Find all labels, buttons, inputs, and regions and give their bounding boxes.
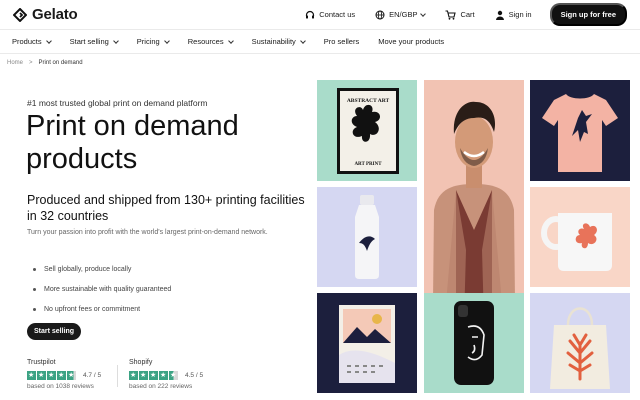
star-icon (37, 371, 46, 380)
tote-bag-image (550, 307, 610, 389)
nav-label: Move your products (378, 37, 445, 46)
review-source: Shopify (129, 359, 153, 366)
chevron-down-icon (45, 37, 52, 44)
review-score: 4.7 / 5 (83, 372, 102, 379)
nav-sustainability[interactable]: Sustainability (251, 37, 306, 46)
bullet-icon (33, 287, 36, 291)
sign-in-link[interactable]: Sign in (495, 10, 532, 20)
breadcrumb-separator: > (29, 60, 33, 66)
poster-caption-text: ART PRINT (354, 162, 382, 167)
review-shopify[interactable]: Shopify 4.5 / 5 based on 222 reviews (129, 359, 203, 390)
main-nav: Products Start selling Pricing Resources… (0, 29, 640, 54)
page-title: Print on demand products (26, 110, 239, 175)
gelato-logo-icon (13, 7, 27, 22)
star-icon (169, 371, 178, 380)
feature-list: Sell globally, produce locally More sust… (33, 259, 171, 319)
chevron-down-icon (163, 37, 170, 44)
hero-description: Turn your passion into profit with the w… (27, 229, 268, 236)
brand-name: Gelato (32, 6, 78, 23)
brand-logo[interactable]: Gelato (13, 6, 78, 23)
chevron-down-icon (227, 37, 234, 44)
nav-label: Sustainability (251, 37, 296, 46)
chevron-down-icon (112, 37, 119, 44)
framed-poster-image: ABSTRACT ART ART PRINT (337, 88, 399, 174)
nav-label: Products (12, 37, 42, 46)
star-icon (57, 371, 66, 380)
bottle-tile[interactable] (317, 187, 417, 287)
locale-label: EN/GBP (389, 10, 418, 19)
phone-case-image (454, 301, 494, 385)
nav-label: Start selling (69, 37, 109, 46)
star-icon (47, 371, 56, 380)
star-icon (27, 371, 36, 380)
water-bottle-image (355, 195, 379, 279)
white-mug-image (541, 213, 612, 271)
list-item-text: More sustainable with quality guaranteed (44, 285, 172, 293)
nav-label: Resources (187, 37, 224, 46)
list-item: More sustainable with quality guaranteed (33, 279, 171, 299)
nav-resources[interactable]: Resources (187, 37, 234, 46)
star-icon (129, 371, 138, 380)
contact-us-label: Contact us (319, 10, 356, 19)
cart-link[interactable]: Cart (445, 9, 475, 20)
hero-eyebrow: #1 most trusted global print on demand p… (27, 98, 208, 108)
star-icon (67, 371, 76, 380)
nav-pro-sellers[interactable]: Pro sellers (324, 37, 359, 46)
tshirt-tile[interactable] (530, 80, 630, 181)
cart-label: Cart (460, 10, 475, 19)
locale-selector[interactable]: EN/GBP (375, 10, 427, 20)
chevron-down-icon (299, 37, 306, 44)
headset-icon (306, 10, 315, 18)
start-selling-button[interactable]: Start selling (27, 323, 82, 340)
nav-label: Pro sellers (323, 37, 360, 46)
sign-in-label: Sign in (508, 10, 532, 19)
nav-products[interactable]: Products (12, 37, 52, 46)
breadcrumb-home[interactable]: Home (7, 60, 23, 66)
cart-icon (445, 9, 457, 20)
contact-us-link[interactable]: Contact us (305, 10, 355, 20)
list-item: No upfront fees or commitment (33, 299, 171, 319)
tote-bag-tile[interactable] (530, 293, 630, 393)
hero-subtitle: Produced and shipped from 130+ printing … (27, 193, 305, 223)
globe-icon (375, 10, 385, 19)
review-count: based on 222 reviews (129, 383, 193, 390)
breadcrumb-current: Print on demand (38, 60, 83, 66)
breadcrumb: Home > Print on demand (7, 60, 83, 66)
bullet-icon (33, 267, 36, 271)
star-icon (149, 371, 158, 380)
user-icon (495, 10, 504, 20)
top-bar: Gelato Contact us EN/GBP Cart Sign in Si… (0, 0, 640, 29)
poster-tile[interactable]: ABSTRACT ART ART PRINT (317, 80, 417, 181)
phone-case-tile[interactable] (424, 293, 524, 393)
chevron-down-icon (420, 10, 427, 17)
list-item-text: No upfront fees or commitment (44, 305, 141, 313)
nav-move-your-products[interactable]: Move your products (378, 37, 444, 46)
calendar-tile[interactable] (317, 293, 417, 393)
nav-start-selling[interactable]: Start selling (69, 37, 119, 46)
review-count: based on 1038 reviews (27, 383, 94, 390)
star-rating: 4.7 / 5 (27, 371, 101, 380)
sign-up-button[interactable]: Sign up for free (549, 3, 627, 26)
star-icon (139, 371, 148, 380)
divider (117, 365, 118, 387)
review-source: Trustpilot (27, 359, 56, 366)
list-item: Sell globally, produce locally (33, 259, 171, 279)
list-item-text: Sell globally, produce locally (44, 265, 132, 273)
poster-title-text: ABSTRACT ART (347, 98, 390, 104)
review-score: 4.5 / 5 (185, 372, 204, 379)
bullet-icon (33, 307, 36, 311)
nav-label: Pricing (136, 37, 160, 46)
mug-tile[interactable] (530, 187, 630, 287)
nav-pricing[interactable]: Pricing (136, 37, 170, 46)
star-rating: 4.5 / 5 (129, 371, 203, 380)
pink-tshirt-image (542, 94, 618, 172)
star-icon (159, 371, 168, 380)
wall-calendar-image (339, 305, 395, 383)
review-trustpilot[interactable]: Trustpilot 4.7 / 5 based on 1038 reviews (27, 359, 101, 390)
